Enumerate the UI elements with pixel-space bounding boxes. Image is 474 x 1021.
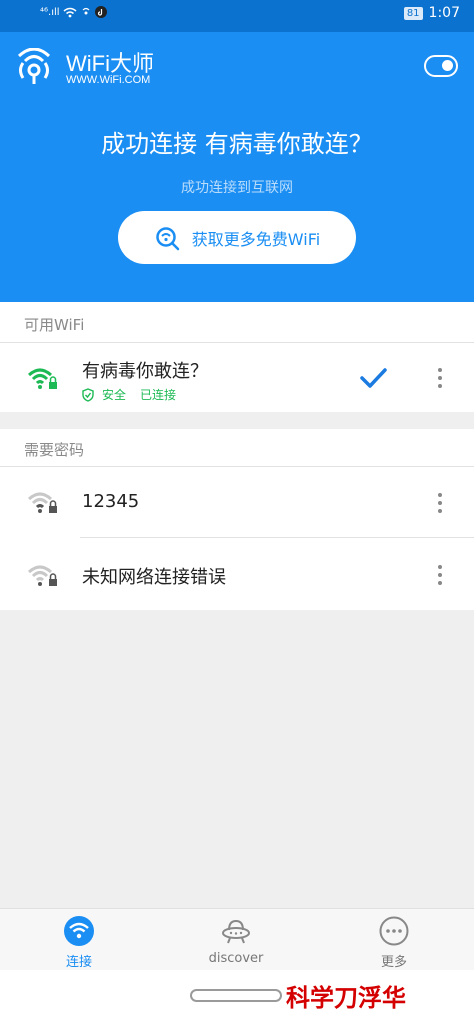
status-bar: ⁴⁶.ıll 81 1:07 xyxy=(0,0,474,32)
tab-discover[interactable]: discover xyxy=(176,909,296,971)
connected-network-name: 有病毒你敢连？ xyxy=(82,361,208,382)
wifi-master-logo-icon xyxy=(17,48,51,84)
more-free-wifi-label: 获取更多免费WiFi xyxy=(191,229,321,249)
status-icons: ⁴⁶.ıll xyxy=(40,6,107,18)
ufo-icon xyxy=(222,919,250,944)
watermark: 科学刀浮华 xyxy=(286,983,406,1012)
connected-label: 已连接 xyxy=(140,388,177,402)
network-name: 未知网络连接错误 xyxy=(82,567,226,588)
tab-more-label: 更多 xyxy=(380,955,407,970)
tab-connect-label: 连接 xyxy=(65,955,92,970)
bottom-tab-bar: 连接 discover 更多 xyxy=(0,908,474,970)
tiktok-icon xyxy=(94,6,107,18)
more-options-icon[interactable] xyxy=(434,492,446,514)
security-label: 安全 xyxy=(102,388,127,402)
connected-network-row[interactable]: 有病毒你敢连？ xyxy=(0,343,474,412)
more-options-icon[interactable] xyxy=(434,564,446,586)
search-wifi-icon xyxy=(156,226,180,250)
available-wifi-label: 可用WiFi xyxy=(24,316,85,334)
toggle-knob xyxy=(442,60,453,71)
wifi-signal-weak-locked-icon xyxy=(28,565,57,586)
network-row[interactable]: 12345 xyxy=(0,467,474,537)
password-required-label: 需要密码 xyxy=(24,441,85,459)
more-free-wifi-button[interactable]: 获取更多免费WiFi xyxy=(118,211,356,264)
wifi-status-icon xyxy=(63,7,77,17)
status-right: 81 1:07 xyxy=(403,5,460,21)
more-options-icon[interactable] xyxy=(434,367,446,389)
hotspot-icon xyxy=(82,7,89,14)
clock: 1:07 xyxy=(428,5,460,21)
more-circle-icon xyxy=(379,916,409,946)
battery-indicator: 81 xyxy=(403,6,423,20)
checkmark-icon xyxy=(360,368,387,388)
system-nav-bar: 科学刀浮华 xyxy=(0,970,474,1021)
network-name: 12345 xyxy=(82,491,140,512)
wifi-signal-full-locked-icon xyxy=(28,368,57,389)
brand-url: WWW.WiFi.COM xyxy=(66,74,151,86)
connection-headline: 成功连接 有病毒你敢连？ xyxy=(101,130,373,158)
wifi-icon xyxy=(64,916,94,946)
connection-subline: 成功连接到互联网 xyxy=(181,180,293,196)
wifi-signal-weak-locked-icon xyxy=(28,492,57,513)
network-row[interactable]: 未知网络连接错误 xyxy=(0,538,474,610)
shield-check-icon xyxy=(82,387,94,402)
tab-more[interactable]: 更多 xyxy=(334,909,454,971)
mode-toggle[interactable] xyxy=(424,55,458,77)
header: WiFi大师 WWW.WiFi.COM 成功连接 有病毒你敢连？ 成功连接到互联… xyxy=(0,32,474,302)
home-gesture-bar[interactable] xyxy=(190,989,282,1002)
tab-connect[interactable]: 连接 xyxy=(19,909,139,971)
signal-indicator: ⁴⁶.ıll xyxy=(40,6,60,18)
tab-discover-label: discover xyxy=(208,951,264,966)
connection-status: 安全 已连接 xyxy=(82,386,176,403)
